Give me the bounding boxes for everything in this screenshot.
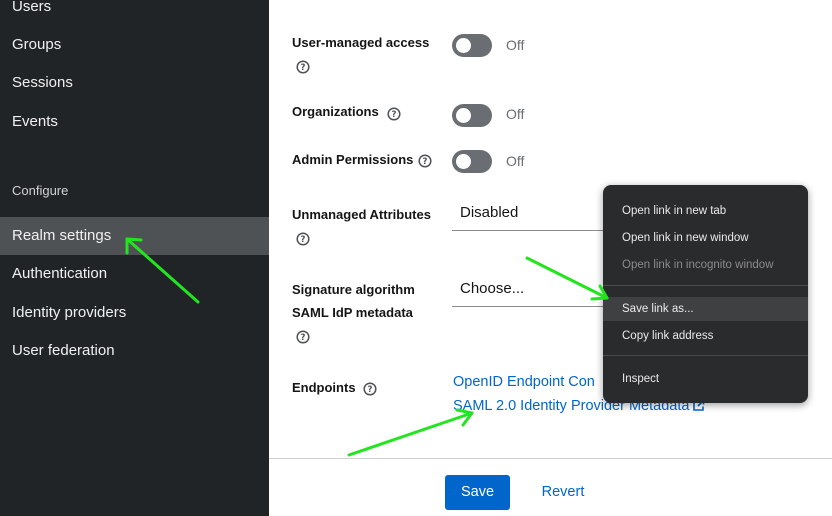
sidebar-item-groups[interactable]: Groups bbox=[0, 26, 269, 64]
user-managed-access-label: User-managed access bbox=[292, 35, 430, 50]
context-menu-separator bbox=[603, 285, 808, 286]
organizations-label: Organizations bbox=[292, 104, 379, 119]
organizations-toggle[interactable] bbox=[452, 104, 492, 127]
save-button[interactable]: Save bbox=[445, 475, 510, 510]
svg-text:?: ? bbox=[368, 385, 373, 395]
user-managed-access-state: Off bbox=[506, 37, 525, 53]
sidebar-item-realm-settings[interactable]: Realm settings bbox=[0, 217, 269, 255]
signature-algorithm-select[interactable]: Choose... bbox=[452, 272, 612, 307]
saml-idp-metadata-label: SAML IdP metadata bbox=[292, 305, 413, 320]
context-menu-separator bbox=[603, 355, 808, 356]
context-menu-open-incognito: Open link in incognito window bbox=[622, 259, 774, 271]
svg-text:?: ? bbox=[423, 157, 428, 167]
help-circle-icon[interactable]: ? bbox=[296, 330, 310, 344]
sidebar-item-events[interactable]: Events bbox=[0, 103, 269, 141]
svg-text:?: ? bbox=[301, 63, 306, 73]
help-circle-icon[interactable]: ? bbox=[418, 154, 432, 168]
sidebar-section-configure: Configure bbox=[12, 183, 69, 198]
organizations-state: Off bbox=[506, 106, 525, 122]
sidebar-item-identity-providers[interactable]: Identity providers bbox=[0, 294, 269, 332]
admin-permissions-state: Off bbox=[506, 153, 525, 169]
svg-text:?: ? bbox=[392, 110, 397, 120]
unmanaged-attributes-select[interactable]: Disabled bbox=[452, 196, 612, 231]
user-managed-access-toggle[interactable] bbox=[452, 34, 492, 57]
endpoints-label: Endpoints bbox=[292, 380, 356, 395]
help-circle-icon[interactable]: ? bbox=[296, 60, 310, 74]
revert-button[interactable]: Revert bbox=[528, 475, 598, 510]
sidebar-item-authentication[interactable]: Authentication bbox=[0, 255, 269, 293]
context-menu: Open link in new tab Open link in new wi… bbox=[603, 185, 808, 403]
context-menu-inspect[interactable]: Inspect bbox=[603, 367, 808, 391]
context-menu-open-new-window[interactable]: Open link in new window bbox=[603, 226, 808, 250]
sidebar-item-user-federation[interactable]: User federation bbox=[0, 332, 269, 370]
signature-algorithm-label: Signature algorithm bbox=[292, 282, 415, 297]
help-circle-icon[interactable]: ? bbox=[296, 232, 310, 246]
unmanaged-attributes-label: Unmanaged Attributes bbox=[292, 207, 431, 222]
sidebar: Users Groups Sessions Events Configure R… bbox=[0, 0, 269, 516]
context-menu-save-link-as[interactable]: Save link as... bbox=[603, 297, 808, 321]
context-menu-open-new-tab[interactable]: Open link in new tab bbox=[603, 199, 808, 223]
svg-text:?: ? bbox=[301, 235, 306, 245]
admin-permissions-toggle[interactable] bbox=[452, 150, 492, 173]
svg-text:?: ? bbox=[301, 333, 306, 343]
sidebar-item-sessions[interactable]: Sessions bbox=[0, 64, 269, 102]
help-circle-icon[interactable]: ? bbox=[387, 107, 401, 121]
openid-endpoint-link[interactable]: OpenID Endpoint Con bbox=[453, 374, 595, 390]
footer-divider bbox=[269, 458, 832, 459]
context-menu-copy-link[interactable]: Copy link address bbox=[603, 324, 808, 348]
admin-permissions-label: Admin Permissions bbox=[292, 152, 414, 167]
help-circle-icon[interactable]: ? bbox=[363, 382, 377, 396]
sidebar-item-users[interactable]: Users bbox=[0, 0, 269, 26]
